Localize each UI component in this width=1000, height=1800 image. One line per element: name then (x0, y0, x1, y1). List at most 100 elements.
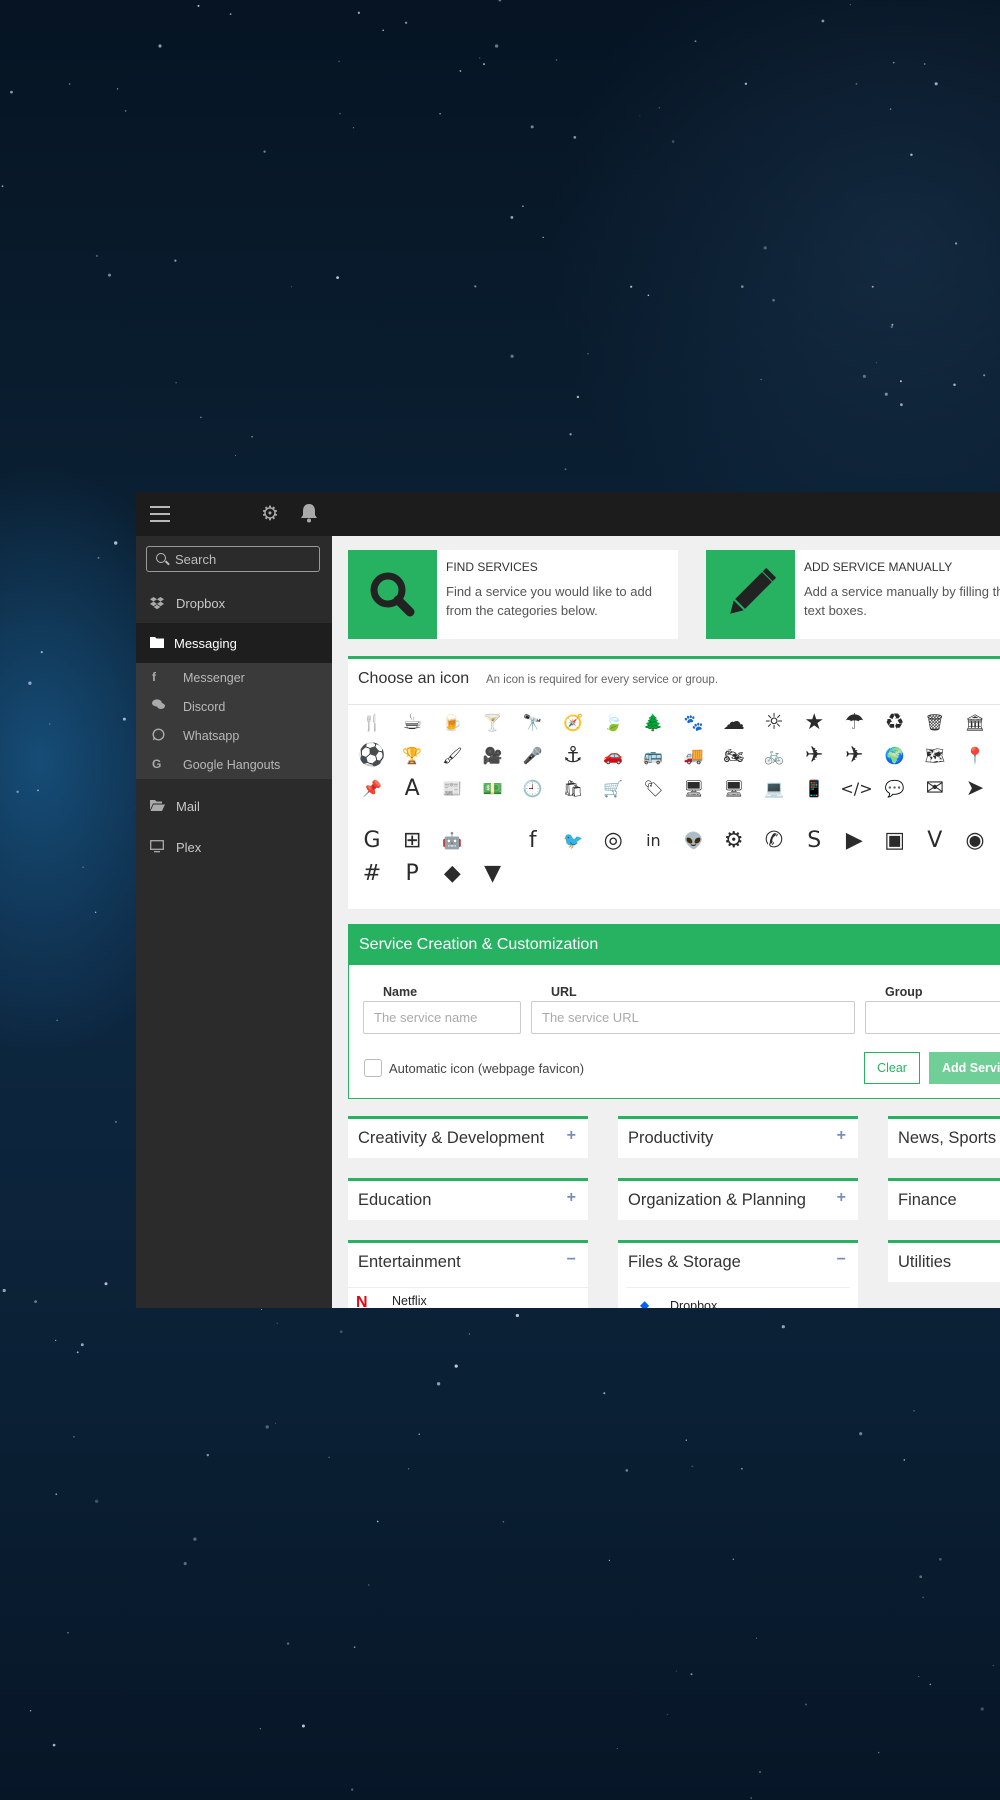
collapse-icon[interactable]: − (567, 1251, 576, 1269)
truck-icon[interactable]: 🚚 (680, 742, 708, 770)
trophy-icon[interactable]: 🏆 (398, 742, 426, 770)
sidebar-subitem-google-hangouts[interactable]: G Google Hangouts (136, 750, 332, 779)
collapse-icon[interactable]: − (837, 1251, 846, 1269)
bell-icon[interactable] (298, 503, 320, 525)
whatsapp-icon[interactable]: ✆ (760, 827, 788, 855)
twitch-icon[interactable]: ▣ (881, 827, 909, 855)
find-services-card[interactable]: FIND SERVICES Find a service you would l… (348, 550, 678, 639)
pin-icon[interactable]: 📌 (358, 775, 386, 803)
youtube-icon[interactable]: ▶ (840, 827, 868, 855)
envelope-icon[interactable]: ✉ (921, 775, 949, 803)
category-productivity[interactable]: Productivity + (618, 1116, 858, 1158)
sidebar-item-dropbox[interactable]: Dropbox (136, 583, 332, 623)
service-name-input[interactable] (363, 1001, 521, 1034)
car-icon[interactable]: 🚗 (599, 742, 627, 770)
video-icon[interactable]: 🎥 (479, 742, 507, 770)
skype-icon[interactable]: S (800, 827, 828, 855)
service-item[interactable]: N Netflix (348, 1287, 588, 1308)
shopping-bag-icon[interactable]: 🛍 (559, 775, 587, 803)
clock-icon[interactable]: 🕘 (519, 775, 547, 803)
sidebar-item-plex[interactable]: Plex (136, 827, 332, 867)
add-service-button[interactable]: Add Servic (929, 1052, 1000, 1084)
recycle-icon[interactable]: ♻ (881, 709, 909, 737)
airplane-icon[interactable]: ✈ (840, 742, 868, 770)
coffee-icon[interactable]: ☕ (398, 709, 426, 737)
clear-button[interactable]: Clear (864, 1052, 920, 1084)
microphone-icon[interactable]: 🎤 (519, 742, 547, 770)
beer-icon[interactable]: 🍺 (438, 709, 466, 737)
bus-icon[interactable]: 🚌 (639, 742, 667, 770)
twitter-icon[interactable]: 🐦 (559, 827, 587, 855)
motorcycle-icon[interactable]: 🏍 (720, 742, 748, 770)
laptop-icon[interactable]: 💻 (760, 775, 788, 803)
leaf-icon[interactable]: 🍃 (599, 709, 627, 737)
hamburger-icon[interactable] (150, 506, 170, 522)
bank-icon[interactable]: 🏛 (961, 709, 989, 737)
sun-icon[interactable]: ☼ (760, 709, 788, 737)
linkedin-icon[interactable]: in (639, 827, 667, 855)
category-organization-planning[interactable]: Organization & Planning + (618, 1178, 858, 1220)
sidebar-subitem-whatsapp[interactable]: Whatsapp (136, 721, 332, 750)
map-icon[interactable]: 🗺 (921, 742, 949, 770)
automatic-icon-checkbox[interactable] (364, 1059, 382, 1077)
globe-icon[interactable]: 🌍 (881, 742, 909, 770)
category-files-storage[interactable]: Files & Storage − ◆ Dropbox (618, 1240, 858, 1308)
cocktail-icon[interactable]: 🍸 (479, 709, 507, 737)
steam-icon[interactable]: ⚙ (720, 827, 748, 855)
category-entertainment[interactable]: Entertainment − N Netflix (348, 1240, 588, 1308)
vimeo-icon[interactable]: V (921, 827, 949, 855)
code-icon[interactable]: </> (840, 775, 872, 803)
windows-icon[interactable]: ⊞ (398, 827, 426, 855)
service-url-input[interactable] (531, 1001, 855, 1034)
tree-icon[interactable]: 🌲 (639, 709, 667, 737)
pocket-icon[interactable]: ▼ (479, 860, 507, 888)
instagram-icon[interactable]: ◎ (599, 827, 627, 855)
cloud-icon[interactable]: ☁ (720, 709, 748, 737)
umbrella-icon[interactable]: ☂ (840, 709, 868, 737)
sidebar-item-mail[interactable]: Mail (136, 786, 332, 826)
spotify-icon[interactable]: ◉ (961, 827, 989, 855)
tablet-icon[interactable]: 📱 (800, 775, 828, 803)
service-item[interactable]: ◆ Dropbox (626, 1287, 850, 1308)
binoculars-icon[interactable]: 🔭 (519, 709, 547, 737)
comments-icon[interactable]: 💬 (881, 775, 909, 803)
gear-icon[interactable]: ⚙ (259, 503, 281, 525)
cart-icon[interactable]: 🛒 (599, 775, 627, 803)
android-icon[interactable]: 🤖 (438, 827, 466, 855)
reddit-icon[interactable]: 👽 (680, 827, 708, 855)
apple-icon[interactable] (479, 827, 507, 855)
add-service-manually-card[interactable]: ADD SERVICE MANUALLY Add a service manua… (706, 550, 1000, 639)
anchor-icon[interactable]: ⚓ (559, 742, 587, 770)
expand-icon[interactable]: + (837, 1189, 846, 1207)
sidebar-item-messaging[interactable]: Messaging (136, 623, 332, 663)
soccer-icon[interactable]: ⚽ (358, 742, 386, 770)
trash-icon[interactable]: 🗑 (921, 709, 949, 737)
paw-icon[interactable]: 🐾 (680, 709, 708, 737)
map-marker-icon[interactable]: 📍 (961, 742, 989, 770)
dropbox-icon[interactable]: ◆ (438, 860, 466, 888)
newspaper-icon[interactable]: 📰 (438, 775, 466, 803)
tag-icon[interactable]: 🏷 (639, 775, 667, 803)
expand-icon[interactable]: + (567, 1189, 576, 1207)
desktop-icon[interactable]: 🖥 (720, 775, 748, 803)
google-icon[interactable]: G (358, 827, 386, 855)
bicycle-icon[interactable]: 🚲 (760, 742, 788, 770)
paper-plane-icon[interactable]: ➤ (961, 775, 989, 803)
category-creativity-development[interactable]: Creativity & Development + (348, 1116, 588, 1158)
star-icon[interactable]: ★ (800, 709, 828, 737)
plane-icon[interactable]: ✈ (800, 742, 828, 770)
expand-icon[interactable]: + (837, 1127, 846, 1145)
sidebar-subitem-discord[interactable]: Discord (136, 692, 332, 721)
money-icon[interactable]: 💵 (479, 775, 507, 803)
category-news-sports[interactable]: News, Sports & (888, 1116, 1000, 1158)
paypal-icon[interactable]: P (398, 860, 426, 888)
slack-icon[interactable]: # (358, 860, 386, 888)
group-select[interactable] (865, 1001, 1000, 1034)
utensils-icon[interactable]: 🍴 (358, 709, 386, 737)
compass-icon[interactable]: 🧭 (559, 709, 587, 737)
sidebar-subitem-messenger[interactable]: f Messenger (136, 663, 332, 692)
font-icon[interactable]: A (398, 775, 426, 803)
monitor-icon[interactable]: 🖥 (680, 775, 708, 803)
category-education[interactable]: Education + (348, 1178, 588, 1220)
category-utilities[interactable]: Utilities (888, 1240, 1000, 1282)
